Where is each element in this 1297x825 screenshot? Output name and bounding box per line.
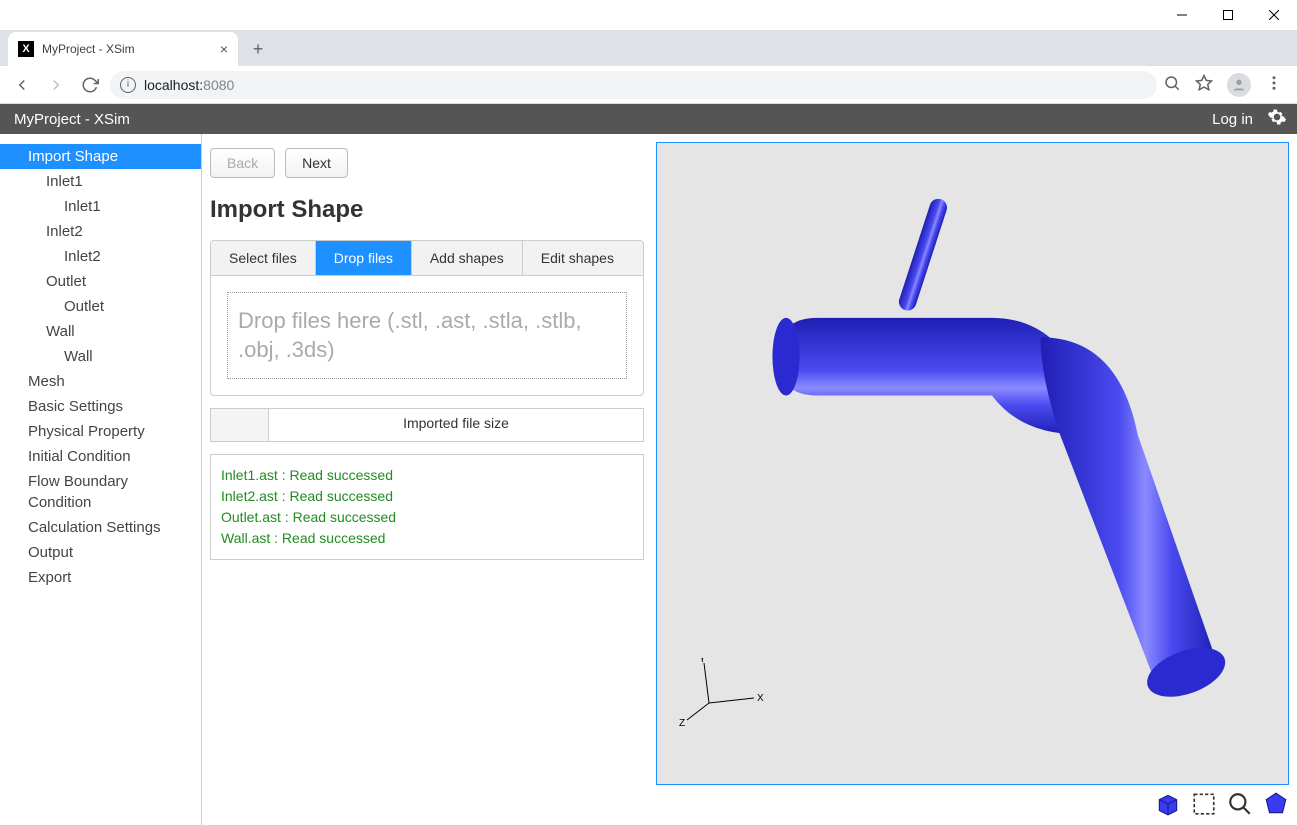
- close-tab-icon[interactable]: ×: [220, 41, 228, 57]
- import-tab-panel: Select files Drop files Add shapes Edit …: [210, 240, 644, 396]
- svg-text:Y: Y: [699, 658, 706, 665]
- next-button[interactable]: Next: [285, 148, 348, 178]
- sidebar-item[interactable]: Inlet1: [0, 194, 201, 219]
- address-bar[interactable]: i localhost:8080: [110, 71, 1157, 99]
- 3d-viewport[interactable]: X Y Z: [656, 142, 1289, 785]
- site-info-icon[interactable]: i: [120, 77, 136, 93]
- bookmark-star-icon[interactable]: [1195, 74, 1213, 95]
- new-tab-button[interactable]: +: [244, 35, 272, 63]
- close-window-button[interactable]: [1251, 0, 1297, 30]
- sidebar-item[interactable]: Initial Condition: [0, 444, 201, 469]
- svg-text:X: X: [757, 693, 764, 704]
- tab-title: MyProject - XSim: [42, 42, 212, 56]
- minimize-button[interactable]: [1159, 0, 1205, 30]
- reload-icon[interactable]: [76, 71, 104, 99]
- import-log: Inlet1.ast : Read successedInlet2.ast : …: [210, 454, 644, 560]
- sidebar-item[interactable]: Calculation Settings: [0, 515, 201, 540]
- menu-dots-icon[interactable]: [1265, 74, 1283, 95]
- tab-select-files[interactable]: Select files: [211, 241, 316, 275]
- sidebar-item[interactable]: Outlet: [0, 294, 201, 319]
- profile-avatar-icon[interactable]: [1227, 73, 1251, 97]
- page-title: Import Shape: [210, 196, 644, 224]
- app-title: MyProject - XSim: [14, 111, 130, 128]
- cube-view-icon[interactable]: [1155, 791, 1181, 817]
- svg-text:Z: Z: [679, 718, 685, 728]
- settings-gear-icon[interactable]: [1267, 107, 1287, 131]
- log-line: Inlet1.ast : Read successed: [221, 465, 633, 486]
- tab-add-shapes[interactable]: Add shapes: [412, 241, 523, 275]
- tab-drop-files[interactable]: Drop files: [316, 241, 412, 275]
- sidebar-item[interactable]: Physical Property: [0, 419, 201, 444]
- favicon-icon: X: [18, 41, 34, 57]
- back-icon[interactable]: [8, 71, 36, 99]
- log-line: Inlet2.ast : Read successed: [221, 486, 633, 507]
- sidebar-item[interactable]: Outlet: [0, 269, 201, 294]
- sidebar-item[interactable]: Inlet2: [0, 244, 201, 269]
- os-titlebar: [0, 0, 1297, 30]
- nav-tree: Import ShapeInlet1Inlet1Inlet2Inlet2Outl…: [0, 144, 201, 590]
- sidebar-item[interactable]: Import Shape: [0, 144, 201, 169]
- maximize-button[interactable]: [1205, 0, 1251, 30]
- sidebar-item[interactable]: Mesh: [0, 369, 201, 394]
- log-line: Wall.ast : Read successed: [221, 528, 633, 549]
- sidebar-item[interactable]: Inlet1: [0, 169, 201, 194]
- table-corner: [211, 409, 269, 441]
- tab-edit-shapes[interactable]: Edit shapes: [523, 241, 632, 275]
- zoom-icon[interactable]: [1163, 74, 1181, 95]
- forward-icon[interactable]: [42, 71, 70, 99]
- imported-file-table: Imported file size: [210, 408, 644, 442]
- viewer-toolbar: [656, 785, 1289, 817]
- sidebar-item[interactable]: Inlet2: [0, 219, 201, 244]
- browser-tab[interactable]: X MyProject - XSim ×: [8, 32, 238, 66]
- log-line: Outlet.ast : Read successed: [221, 507, 633, 528]
- sidebar-item[interactable]: Basic Settings: [0, 394, 201, 419]
- back-button[interactable]: Back: [210, 148, 275, 178]
- table-header: Imported file size: [269, 409, 643, 441]
- sidebar-item[interactable]: Flow Boundary Condition: [0, 469, 201, 515]
- form-pane: Back Next Import Shape Select files Drop…: [202, 134, 652, 825]
- zoom-icon[interactable]: [1227, 791, 1253, 817]
- sidebar-item[interactable]: Wall: [0, 344, 201, 369]
- login-link[interactable]: Log in: [1212, 111, 1253, 128]
- sidebar: Import ShapeInlet1Inlet1Inlet2Inlet2Outl…: [0, 134, 202, 825]
- url-port: 8080: [203, 77, 234, 93]
- browser-toolbar: i localhost:8080: [0, 66, 1297, 104]
- app-header: MyProject - XSim Log in: [0, 104, 1297, 134]
- axes-gizmo: X Y Z: [679, 658, 769, 728]
- browser-tab-strip: X MyProject - XSim × +: [0, 30, 1297, 66]
- url-host: localhost:: [144, 77, 203, 93]
- sidebar-item[interactable]: Wall: [0, 319, 201, 344]
- perspective-icon[interactable]: [1263, 791, 1289, 817]
- sidebar-item[interactable]: Export: [0, 565, 201, 590]
- drop-zone[interactable]: Drop files here (.stl, .ast, .stla, .stl…: [227, 292, 627, 379]
- select-box-icon[interactable]: [1191, 791, 1217, 817]
- sidebar-item[interactable]: Output: [0, 540, 201, 565]
